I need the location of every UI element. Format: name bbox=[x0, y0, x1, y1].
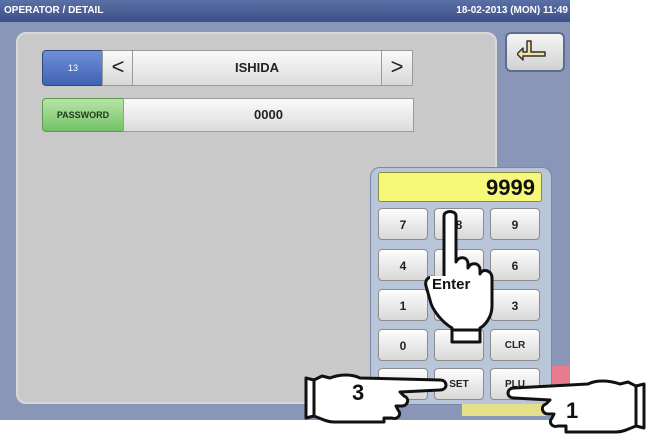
keypad-display: 9999 bbox=[378, 172, 542, 202]
step-3-label: 3 bbox=[352, 380, 365, 405]
operator-name-field[interactable]: ISHIDA bbox=[132, 50, 382, 86]
pointing-hand-set-icon bbox=[304, 373, 448, 424]
enter-callout-label: Enter bbox=[430, 276, 473, 293]
back-button[interactable] bbox=[505, 32, 565, 72]
prev-operator-button[interactable]: < bbox=[102, 50, 134, 86]
next-operator-button[interactable]: > bbox=[381, 50, 413, 86]
screen-title: OPERATOR / DETAIL bbox=[4, 5, 104, 16]
operator-number-badge: 13 bbox=[42, 50, 104, 86]
title-bar: OPERATOR / DETAIL 18-02-2013 (MON) 11:49 bbox=[0, 0, 570, 22]
return-arrow-icon bbox=[517, 40, 546, 61]
date-time: 18-02-2013 (MON) 11:49 bbox=[456, 5, 568, 16]
password-label: PASSWORD bbox=[42, 98, 124, 132]
step-1-label: 1 bbox=[566, 398, 579, 423]
password-field[interactable]: 0000 bbox=[123, 98, 414, 132]
